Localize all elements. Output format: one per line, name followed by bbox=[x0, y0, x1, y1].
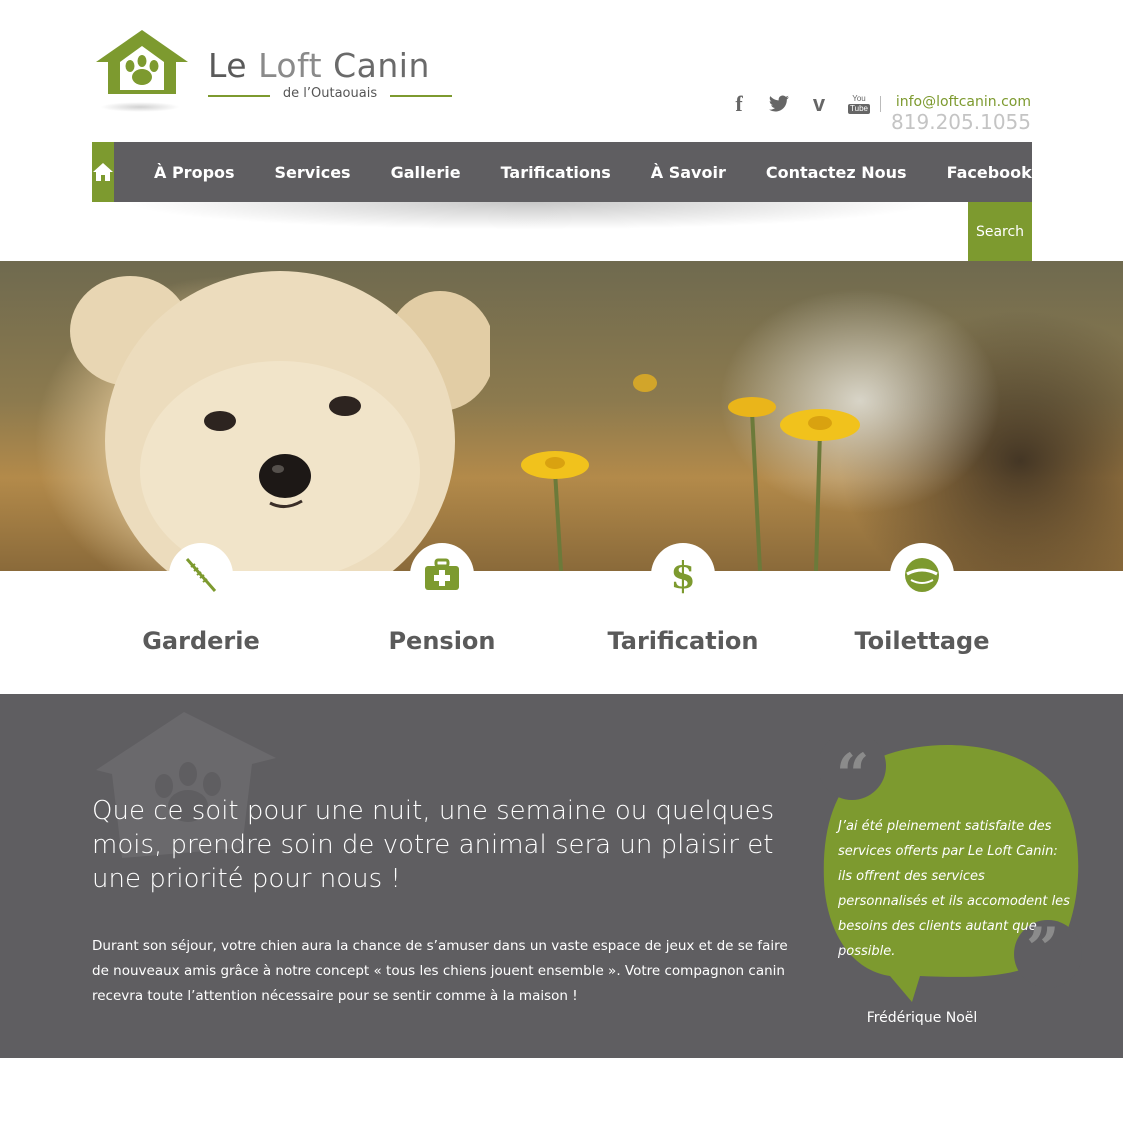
feature-tarification-icon-circle[interactable]: $ bbox=[651, 543, 715, 607]
about-headline: Que ce soit pour une nuit, une semaine o… bbox=[92, 796, 775, 894]
nav-shadow bbox=[92, 202, 968, 232]
nav-item-a-savoir[interactable]: À Savoir bbox=[651, 163, 726, 182]
youtube-label-top: You bbox=[852, 93, 866, 103]
feature-garderie-label[interactable]: Garderie bbox=[101, 627, 301, 655]
twitter-icon[interactable] bbox=[766, 91, 792, 117]
hero-image bbox=[0, 261, 1123, 571]
nav-items: À Propos Services Gallerie Tarifications… bbox=[154, 163, 1072, 182]
logo-title-loft: Loft bbox=[258, 46, 323, 85]
main-navigation: À Propos Services Gallerie Tarifications… bbox=[92, 142, 1032, 202]
about-body: Durant son séjour, votre chien aura la c… bbox=[92, 938, 788, 1004]
testimonial-author: Frédérique Noël bbox=[866, 1010, 978, 1026]
flower-3 bbox=[780, 409, 860, 571]
home-button[interactable] bbox=[92, 142, 114, 202]
features-row: Garderie Pension $ Tarification Toiletta… bbox=[0, 543, 1123, 694]
nav-item-gallerie[interactable]: Gallerie bbox=[391, 163, 461, 182]
quote-close-mark: ” bbox=[1026, 915, 1060, 983]
quote-open-mark: “ bbox=[836, 741, 870, 809]
feature-pension-label[interactable]: Pension bbox=[342, 627, 542, 655]
home-icon bbox=[93, 163, 113, 181]
logo-subtitle: de l’Outaouais bbox=[208, 86, 452, 101]
contact-email-link[interactable]: info@loftcanin.com bbox=[896, 94, 1031, 110]
logo-title-canin: Canin bbox=[333, 46, 430, 85]
svg-text:$: $ bbox=[670, 555, 695, 595]
youtube-label-bottom: Tube bbox=[848, 103, 870, 114]
social-links: f v You Tube bbox=[726, 90, 872, 118]
dollar-icon: $ bbox=[670, 555, 695, 595]
food-bowl-icon bbox=[905, 558, 939, 592]
search-button[interactable]: Search bbox=[968, 202, 1032, 261]
logo-title: Le Loft Canin bbox=[208, 46, 430, 85]
logo-title-le: Le bbox=[208, 46, 248, 85]
brush-icon bbox=[185, 558, 217, 592]
vimeo-icon[interactable]: v bbox=[806, 91, 832, 117]
logo-shadow bbox=[100, 102, 180, 112]
youtube-icon[interactable]: You Tube bbox=[846, 91, 872, 117]
feature-tarification-label[interactable]: Tarification bbox=[583, 627, 783, 655]
header-divider bbox=[880, 96, 881, 112]
facebook-icon[interactable]: f bbox=[726, 91, 752, 117]
feature-toilettage-icon-circle[interactable] bbox=[890, 543, 954, 607]
flower-bud bbox=[633, 374, 657, 392]
about-section: Que ce soit pour une nuit, une semaine o… bbox=[0, 694, 1123, 1058]
nav-item-services[interactable]: Services bbox=[275, 163, 351, 182]
feature-toilettage-label[interactable]: Toilettage bbox=[822, 627, 1022, 655]
dog-photo bbox=[70, 271, 490, 571]
nav-item-a-propos[interactable]: À Propos bbox=[154, 163, 235, 182]
feature-pension-icon-circle[interactable] bbox=[410, 543, 474, 607]
medical-kit-icon bbox=[425, 558, 459, 590]
nav-item-facebook[interactable]: Facebook bbox=[947, 163, 1032, 182]
nav-item-tarifications[interactable]: Tarifications bbox=[501, 163, 611, 182]
flower-1 bbox=[521, 451, 589, 571]
feature-garderie-icon-circle[interactable] bbox=[169, 543, 233, 607]
nav-item-contactez-nous[interactable]: Contactez Nous bbox=[766, 163, 907, 182]
contact-phone: 819.205.1055 bbox=[891, 110, 1031, 134]
site-logo[interactable]: Le Loft Canin de l’Outaouais bbox=[92, 28, 462, 118]
